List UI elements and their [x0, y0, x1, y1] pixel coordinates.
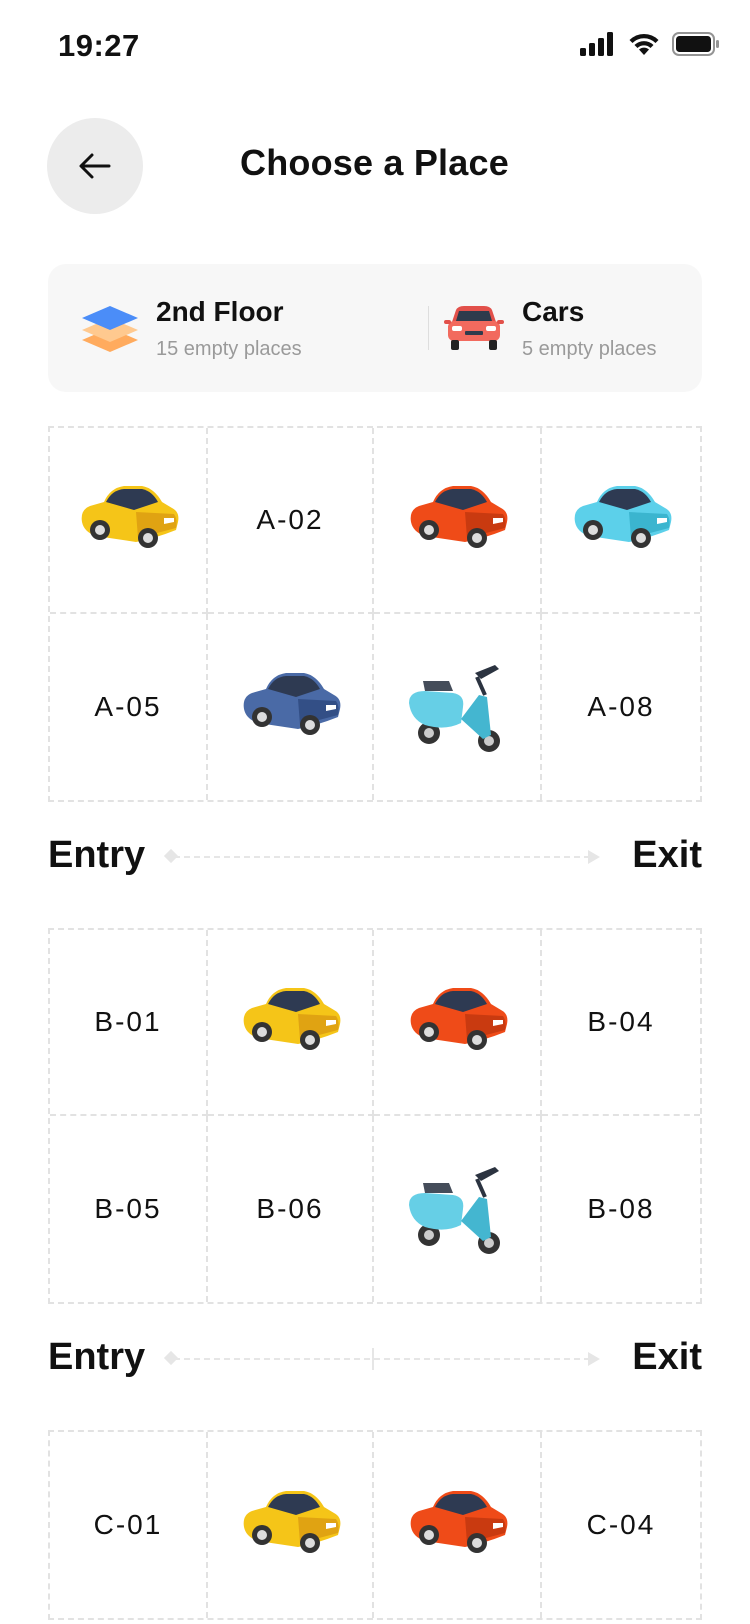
spot-label: C-04 — [586, 1509, 656, 1540]
floor-subtitle: 15 empty places — [156, 337, 302, 360]
parking-spot — [208, 930, 374, 1116]
lane-line — [174, 1358, 590, 1360]
entry-label: Entry — [48, 834, 146, 876]
wifi-icon — [629, 33, 659, 55]
parking-spot — [374, 614, 542, 800]
parking-spot[interactable]: B-04 — [542, 930, 700, 1116]
exit-label: Exit — [632, 1336, 702, 1378]
floor-title: 2nd Floor — [156, 295, 284, 327]
parking-spot[interactable]: C-01 — [50, 1432, 208, 1618]
parking-spot — [50, 428, 208, 614]
yellow-car-icon — [81, 486, 179, 548]
vehicle-subtitle: 5 empty places — [522, 337, 657, 360]
floor-selector[interactable]: 2nd Floor 15 empty places — [80, 264, 302, 392]
parking-spot[interactable]: B-01 — [50, 930, 208, 1116]
red-car-icon — [410, 486, 508, 548]
header: Choose a Place — [0, 118, 750, 214]
spot-label: B-06 — [256, 1193, 324, 1224]
parking-spot[interactable]: B-08 — [542, 1116, 700, 1302]
red-car-icon — [410, 1491, 508, 1553]
arrow-left-icon — [79, 153, 111, 179]
exit-label: Exit — [632, 834, 702, 876]
scooter-icon — [407, 1165, 502, 1256]
parking-spot — [208, 614, 374, 800]
cyan-car-icon — [574, 486, 672, 548]
spot-label: B-05 — [94, 1193, 162, 1224]
yellow-car-icon — [243, 1491, 341, 1553]
parking-spot — [374, 428, 542, 614]
spot-label: A-05 — [94, 691, 162, 722]
parking-spot[interactable]: B-06 — [208, 1116, 374, 1302]
lane-arrow-icon — [588, 850, 600, 864]
parking-spot[interactable]: B-05 — [50, 1116, 208, 1302]
entry-label: Entry — [48, 1336, 146, 1378]
parking-spot — [542, 428, 700, 614]
lane-1: Entry Exit — [48, 826, 702, 886]
blue-car-icon — [243, 673, 341, 735]
parking-spot[interactable]: A-02 — [208, 428, 374, 614]
battery-icon — [672, 32, 719, 56]
spot-label: B-01 — [94, 1006, 162, 1037]
yellow-car-icon — [243, 988, 341, 1050]
car-front-icon — [444, 306, 504, 350]
parking-grid-a: A-02 A-05 A-08 — [48, 426, 702, 802]
page-title: Choose a Place — [240, 142, 509, 183]
layers-icon — [82, 306, 138, 352]
spot-label: A-08 — [587, 691, 655, 722]
signal-icon — [580, 32, 613, 56]
status-bar: 19:27 — [0, 0, 750, 96]
parking-spot[interactable]: A-08 — [542, 614, 700, 800]
scooter-icon — [407, 663, 502, 754]
back-button[interactable] — [47, 118, 143, 214]
lane-line — [174, 856, 590, 858]
red-car-icon — [410, 988, 508, 1050]
spot-label: B-08 — [587, 1193, 655, 1224]
lane-divider-tick — [372, 1348, 374, 1370]
vehicle-selector[interactable]: Cars 5 empty places — [442, 264, 657, 392]
spot-label: C-01 — [93, 1509, 163, 1540]
spot-label: B-04 — [587, 1006, 655, 1037]
lane-2: Entry Exit — [48, 1328, 702, 1388]
parking-spot — [374, 1116, 542, 1302]
status-time: 19:27 — [58, 28, 140, 63]
parking-grid-c: C-01 C-04 — [48, 1430, 702, 1620]
parking-spot[interactable]: A-05 — [50, 614, 208, 800]
spot-label: A-02 — [256, 504, 324, 535]
parking-spot — [374, 1432, 542, 1618]
parking-spot[interactable]: C-04 — [542, 1432, 700, 1618]
lane-arrow-icon — [588, 1352, 600, 1366]
parking-grid-b: B-01 B-04 B-05 B-06 B-08 — [48, 928, 702, 1304]
status-icons — [580, 32, 720, 56]
vehicle-title: Cars — [522, 295, 585, 327]
parking-spot — [208, 1432, 374, 1618]
info-card: 2nd Floor 15 empty places Cars 5 empty p… — [48, 264, 702, 392]
parking-spot — [374, 930, 542, 1116]
info-divider — [428, 306, 429, 350]
